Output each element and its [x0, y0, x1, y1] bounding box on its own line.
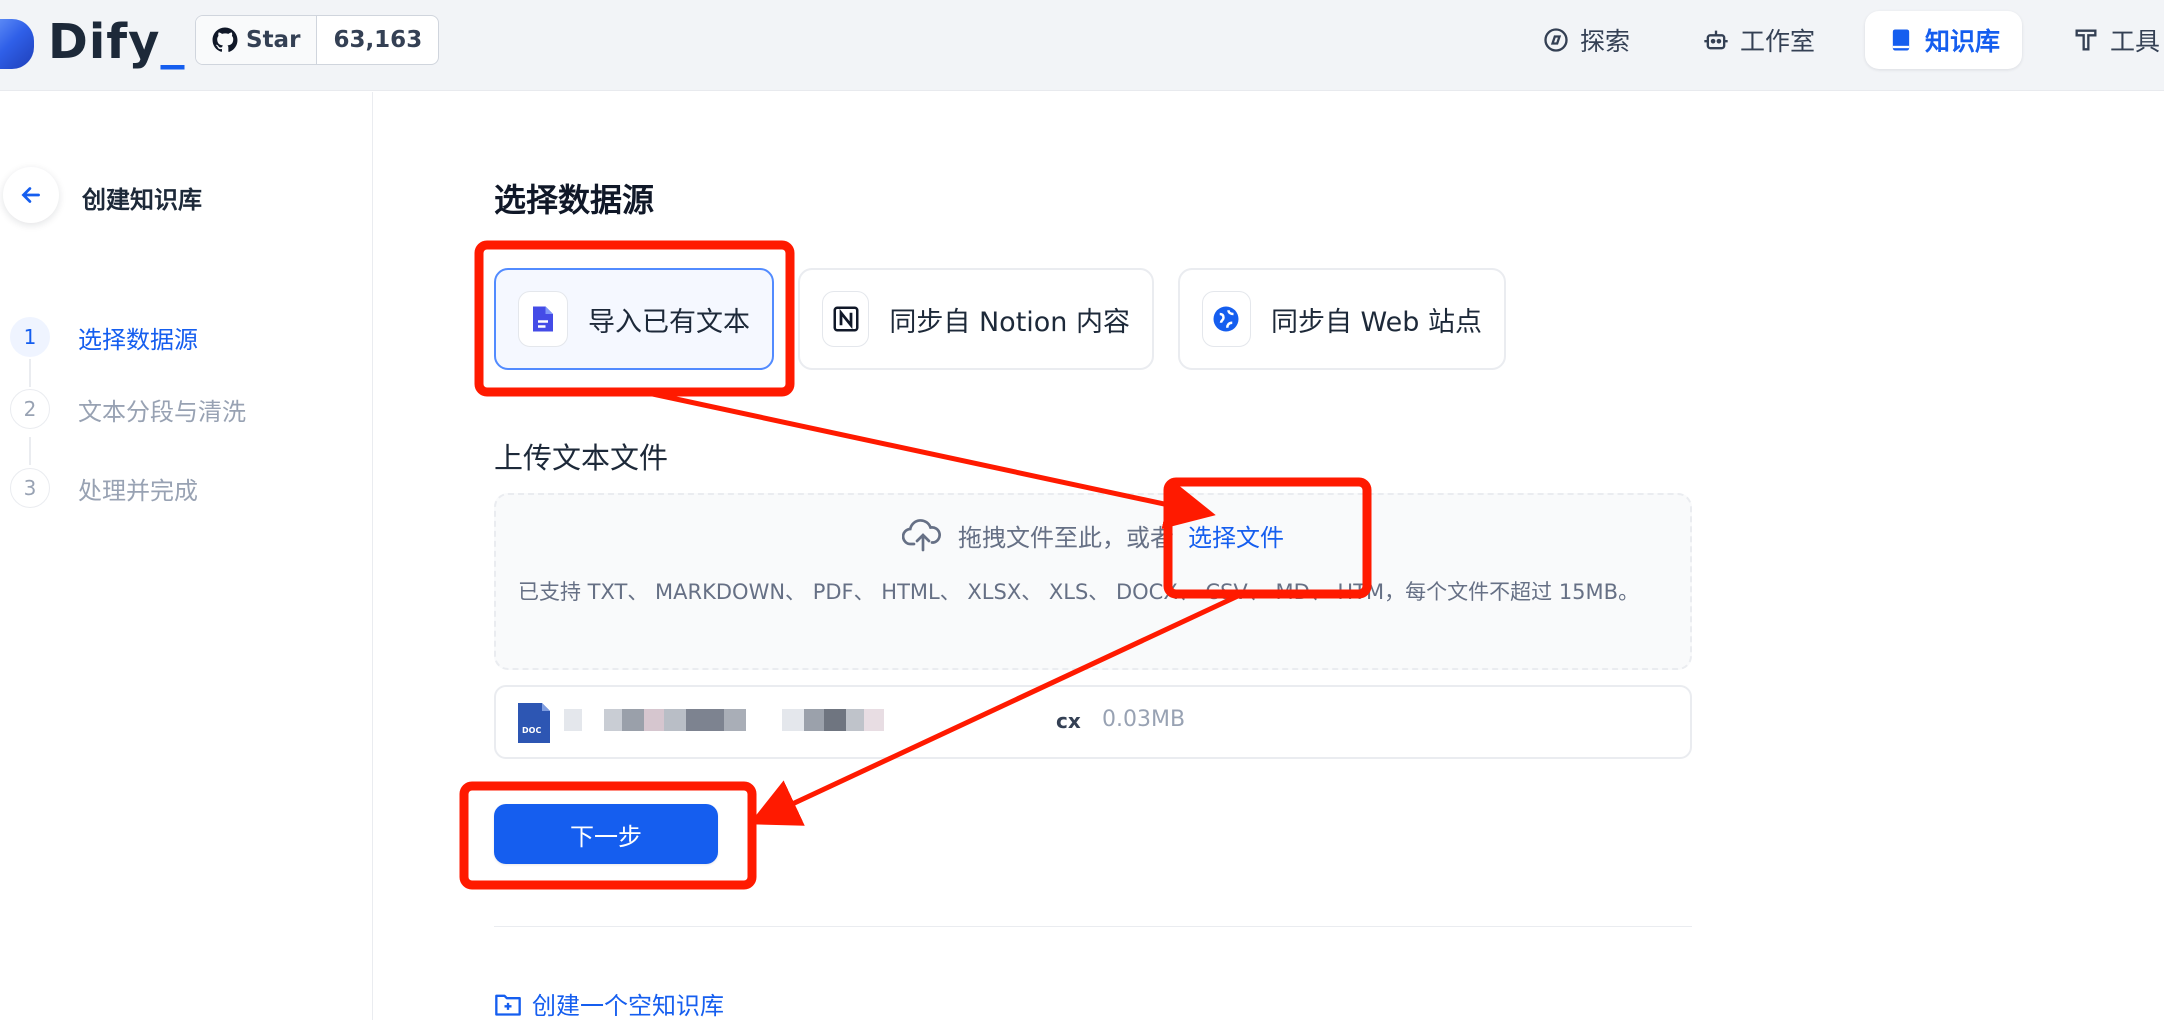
back-button[interactable]	[3, 167, 59, 223]
next-step-button[interactable]: 下一步	[494, 804, 718, 864]
brand-dot: _	[160, 14, 186, 70]
file-name-blurred	[564, 709, 884, 735]
github-icon	[212, 27, 238, 52]
step-3: 3 处理并完成	[10, 468, 198, 508]
step-3-number: 3	[10, 468, 50, 508]
create-empty-knowledge-link[interactable]: 创建一个空知识库	[494, 986, 724, 1021]
file-icon	[518, 291, 568, 347]
dropzone-hint: 已支持 TXT、 MARKDOWN、 PDF、 HTML、 XLSX、 XLS、…	[518, 580, 1640, 604]
step-connector	[29, 359, 31, 387]
source-web[interactable]: 同步自 Web 站点	[1178, 268, 1506, 370]
sidebar-title: 创建知识库	[82, 186, 202, 214]
source-web-label: 同步自 Web 站点	[1270, 306, 1482, 338]
github-star-button[interactable]: Star	[196, 16, 318, 64]
step-2: 2 文本分段与清洗	[10, 389, 246, 429]
nav-explore[interactable]: 探索	[1520, 11, 1652, 69]
nav-studio[interactable]: 工作室	[1680, 11, 1837, 69]
source-notion-label: 同步自 Notion 内容	[889, 306, 1130, 338]
file-size: 0.03MB	[1102, 707, 1186, 732]
notion-icon	[822, 291, 870, 347]
cloud-upload-icon	[902, 519, 941, 552]
divider	[494, 926, 1692, 927]
top-header: Dify_ Star 63,163 探索 工作室 知识库 工具	[0, 0, 2164, 91]
nav-explore-label: 探索	[1580, 27, 1631, 56]
page-title: 选择数据源	[494, 181, 655, 219]
step-1: 1 选择数据源	[10, 317, 198, 357]
sidebar: 创建知识库 1 选择数据源 2 文本分段与清洗 3 处理并完成	[0, 92, 373, 1020]
dropzone-prompt: 拖拽文件至此，或者 选择文件	[496, 517, 1690, 553]
brand-name: Dify	[48, 14, 161, 70]
docx-icon-label: DOC	[522, 726, 541, 735]
create-empty-knowledge-label: 创建一个空知识库	[532, 992, 724, 1020]
nav-tools-label: 工具	[2110, 27, 2161, 56]
step-1-label: 选择数据源	[78, 325, 198, 354]
web-icon	[1202, 291, 1251, 347]
nav-studio-label: 工作室	[1740, 27, 1816, 56]
step-2-number: 2	[10, 389, 50, 429]
main-content: 选择数据源 导入已有文本 同步自 Notion 内容 同步自 Web 站点 上传…	[374, 92, 2164, 1020]
step-3-label: 处理并完成	[78, 476, 198, 505]
source-import-text-label: 导入已有文本	[588, 306, 750, 338]
github-star-badge[interactable]: Star 63,163	[195, 15, 440, 65]
nav-tools[interactable]: 工具	[2050, 11, 2164, 69]
hammer-icon	[2075, 29, 2097, 51]
robot-icon	[1704, 30, 1728, 50]
select-file-link[interactable]: 选择文件	[1188, 518, 1284, 553]
nav-knowledge[interactable]: 知识库	[1865, 11, 2023, 69]
brand-logo[interactable]: Dify_	[48, 14, 185, 70]
dify-logo-mark	[0, 19, 34, 69]
arrow-left-icon	[21, 187, 40, 203]
uploaded-file-item[interactable]: DOC cx 0.03MB	[494, 685, 1692, 759]
github-star-label: Star	[246, 27, 301, 53]
dropzone-text: 拖拽文件至此，或者	[958, 523, 1174, 552]
github-star-count[interactable]: 63,163	[317, 16, 438, 64]
upload-section-label: 上传文本文件	[494, 441, 669, 475]
step-1-number: 1	[10, 317, 50, 357]
file-dropzone[interactable]: 拖拽文件至此，或者 选择文件 已支持 TXT、 MARKDOWN、 PDF、 H…	[494, 493, 1692, 670]
compass-icon	[1544, 28, 1568, 52]
source-notion[interactable]: 同步自 Notion 内容	[798, 268, 1154, 370]
step-2-label: 文本分段与清洗	[78, 397, 246, 426]
docx-file-icon: DOC	[518, 703, 550, 743]
file-extension: cx	[1056, 709, 1081, 733]
step-connector	[29, 437, 31, 465]
folder-plus-icon	[495, 994, 521, 1016]
nav-knowledge-label: 知识库	[1925, 27, 2001, 56]
main-nav: 探索 工作室 知识库 工具	[1520, 11, 2164, 69]
source-import-text[interactable]: 导入已有文本	[494, 268, 774, 370]
book-icon	[1892, 29, 1910, 51]
